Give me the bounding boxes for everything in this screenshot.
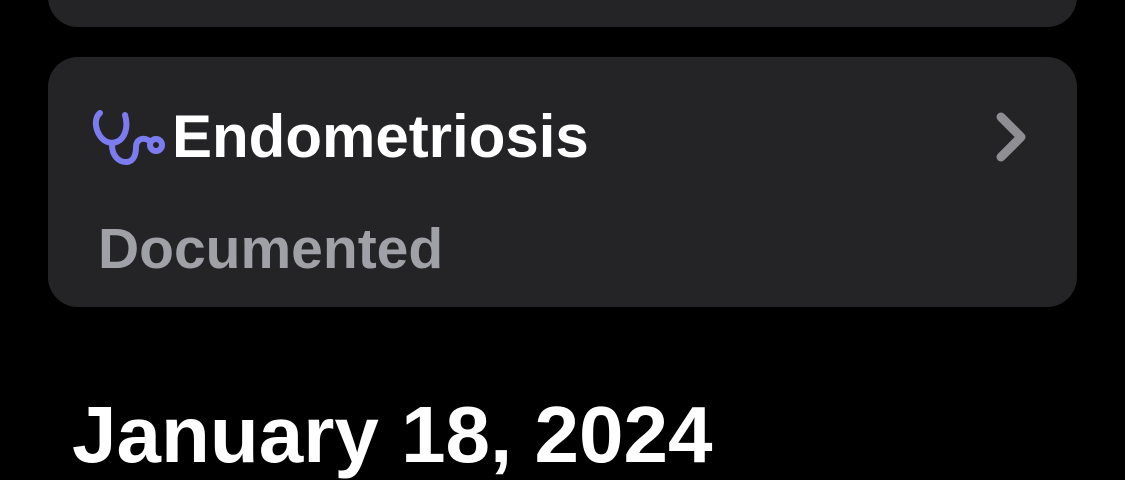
- condition-title: Endometriosis: [172, 103, 589, 170]
- card-header: Endometriosis: [92, 105, 589, 169]
- condition-card[interactable]: Endometriosis Documented: [48, 57, 1077, 307]
- status-label: Documented: [98, 217, 444, 281]
- chevron-right-icon: [996, 112, 1026, 162]
- section-date-heading: January 18, 2024: [72, 390, 713, 479]
- stethoscope-icon: [92, 110, 165, 165]
- previous-record-card[interactable]: [48, 0, 1077, 27]
